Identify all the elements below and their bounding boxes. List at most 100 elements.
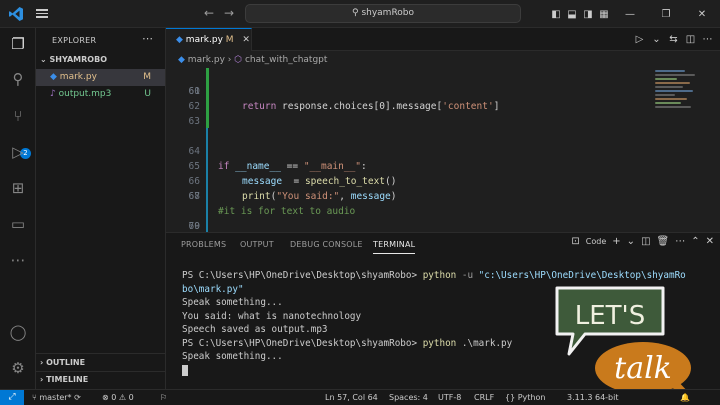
remote-explorer-icon[interactable]: ▭ (8, 214, 28, 234)
tab-output[interactable]: OUTPUT (240, 240, 274, 249)
compare-icon[interactable]: ⇆ (667, 34, 680, 45)
encoding[interactable]: UTF-8 (438, 390, 461, 405)
split-editor-icon[interactable]: ◫ (684, 34, 697, 45)
git-status-badge: M (143, 72, 151, 82)
close-tab-icon[interactable]: ✕ (242, 35, 250, 45)
back-arrow-icon[interactable]: ← (204, 6, 214, 20)
language-mode[interactable]: {} Python (505, 390, 545, 405)
minimap[interactable] (655, 68, 705, 138)
search-label: shyamRobo (361, 8, 415, 18)
file-item-output-mp3[interactable]: ♪ output.mp3 U (36, 86, 165, 103)
more-actions-icon[interactable]: ⋯ (701, 34, 714, 45)
branch-indicator[interactable]: ⑂ master* ⟳ (32, 390, 81, 405)
divider (36, 371, 165, 372)
modified-indicator: M (225, 35, 234, 45)
toggle-panel-icon[interactable]: ⬓ (564, 9, 580, 20)
extensions-icon[interactable]: ⊞ (8, 178, 28, 198)
forward-arrow-icon[interactable]: → (224, 6, 234, 20)
explorer-sidebar: EXPLORER ⋯ ⌄ SHYAMROBO ◆ mark.py M ♪ out… (36, 28, 166, 389)
code-line: 63 (166, 114, 666, 129)
file-item-mark-py[interactable]: ◆ mark.py M (36, 69, 165, 86)
toggle-secondary-sidebar-icon[interactable]: ◨ (580, 9, 596, 20)
maximize-button[interactable]: ❐ (648, 9, 684, 20)
maximize-panel-icon[interactable]: ⌃ (691, 236, 699, 247)
timeline-section[interactable]: › TIMELINE (40, 375, 88, 384)
customize-layout-icon[interactable]: ▦ (596, 9, 612, 20)
breadcrumb-file[interactable]: mark.py (188, 55, 225, 65)
line-number: 70 (188, 221, 200, 232)
split-terminal-icon[interactable]: ◫ (641, 236, 650, 247)
code-line: 66 print("You said:", message) (166, 159, 666, 202)
tab-problems[interactable]: PROBLEMS (181, 240, 226, 249)
terminal-shell-label[interactable]: Code (586, 237, 606, 246)
code-editor[interactable]: 60 return response.choices[0].message['c… (166, 68, 720, 232)
search-activity-icon[interactable]: ⚲ (8, 69, 28, 89)
command-center-search[interactable]: ⚲ shyamRobo (245, 4, 521, 23)
code-line: 67 #it is for text to audio (166, 174, 666, 217)
more-icon[interactable]: ⋯ (8, 250, 28, 270)
minimize-button[interactable]: — (612, 9, 648, 20)
code-line: 65 message = speech_to_text() (166, 144, 666, 187)
run-dropdown-icon[interactable]: ⌄ (650, 34, 663, 45)
menu-icon[interactable] (36, 7, 48, 19)
window-controls: ◧ ⬓ ◨ ▦ — ❐ ✕ (548, 0, 720, 28)
timeline-label: TIMELINE (46, 375, 89, 384)
run-icon[interactable]: ▷ (633, 34, 646, 45)
audio-file-icon: ♪ (50, 89, 59, 99)
lets-text: LET'S (575, 301, 645, 331)
notifications-icon[interactable]: 🔔 (680, 390, 690, 405)
cursor-position[interactable]: Ln 57, Col 64 (325, 390, 378, 405)
terminal-cursor (182, 364, 188, 376)
terminal-shell-icon: ⊡ (571, 236, 580, 247)
more-actions-icon[interactable]: ⋯ (675, 236, 685, 247)
broadcast-icon[interactable]: ⚐ (160, 390, 167, 405)
more-actions-icon[interactable]: ⋯ (142, 32, 153, 45)
folder-label: SHYAMROBO (49, 55, 108, 64)
source-control-icon[interactable]: ⑂ (8, 106, 28, 126)
breadcrumb-symbol[interactable]: chat_with_chatgpt (245, 55, 327, 65)
tab-debug-console[interactable]: DEBUG CONSOLE (290, 240, 363, 249)
workspace-folder[interactable]: ⌄ SHYAMROBO (40, 55, 107, 64)
run-debug-icon[interactable]: ▷ (8, 142, 28, 162)
settings-gear-icon[interactable]: ⚙ (8, 358, 28, 378)
code-line: 62 (166, 99, 666, 114)
code-line: 70 (166, 219, 666, 232)
code-line: 64 if __name__ == "__main__": (166, 129, 666, 172)
toggle-primary-sidebar-icon[interactable]: ◧ (548, 9, 564, 20)
activity-bar: ❐ ⚲ ⑂ 2 ▷ ⊞ ▭ ⋯ ◯ ⚙ (0, 28, 36, 389)
divider (36, 353, 165, 354)
line-number: 61 (188, 86, 200, 97)
breadcrumb: ◆ mark.py › ⬡ chat_with_chatgpt (166, 52, 327, 68)
warning-icon: ⚠ (118, 393, 129, 402)
problems-indicator[interactable]: ⊗ 0 ⚠ 0 (102, 390, 134, 405)
indentation[interactable]: Spaces: 4 (389, 390, 428, 405)
git-status-badge: U (144, 89, 151, 99)
chevron-down-icon[interactable]: ⌄ (627, 236, 635, 247)
code-line: 60 return response.choices[0].message['c… (166, 69, 666, 112)
chevron-down-icon: ⌄ (40, 55, 50, 64)
outline-label: OUTLINE (46, 358, 86, 367)
close-window-button[interactable]: ✕ (684, 9, 720, 20)
account-icon[interactable]: ◯ (8, 322, 28, 342)
tab-terminal[interactable]: TERMINAL (373, 240, 416, 254)
file-name: output.mp3 (58, 89, 112, 99)
remote-icon[interactable]: ⤢ (0, 390, 24, 405)
trash-icon[interactable]: 🗑 (657, 236, 670, 247)
editor-scrollbar[interactable] (706, 68, 716, 232)
end-of-line[interactable]: CRLF (474, 390, 494, 405)
python-file-icon: ◆ (178, 55, 188, 65)
explorer-icon[interactable]: ❐ (8, 34, 28, 54)
line-number: 68 (188, 191, 200, 202)
tab-mark-py[interactable]: ◆ mark.py M ✕ (166, 28, 252, 51)
file-name: mark.py (59, 72, 97, 82)
code-line: 69 input_text = chat_with_chatgpt(messag… (166, 204, 666, 232)
close-panel-icon[interactable]: ✕ (706, 236, 714, 247)
talk-text: talk (614, 351, 672, 386)
python-interpreter[interactable]: 3.11.3 64-bit (567, 390, 619, 405)
title-bar: ← → ⚲ shyamRobo ◧ ⬓ ◨ ▦ — ❐ ✕ (0, 0, 720, 28)
code-line: 61 (166, 84, 666, 99)
sync-icon: ⟳ (74, 393, 81, 402)
python-file-icon: ◆ (50, 72, 60, 82)
new-terminal-icon[interactable]: + (612, 236, 620, 247)
outline-section[interactable]: › OUTLINE (40, 358, 85, 367)
